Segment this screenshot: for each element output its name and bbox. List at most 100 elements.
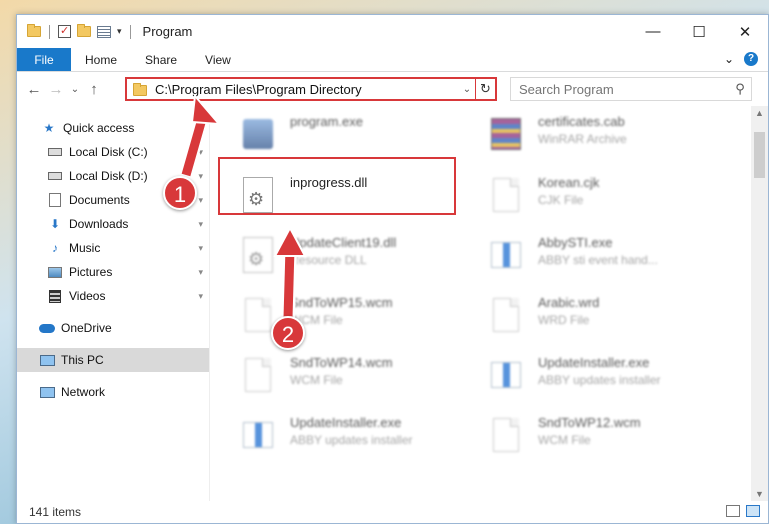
sidebar-item-label: Downloads <box>69 217 129 231</box>
sidebar-item-onedrive[interactable]: OneDrive <box>17 316 209 340</box>
file-name: certificates.cab <box>538 114 625 129</box>
properties-check-icon[interactable] <box>58 24 71 38</box>
disk-icon <box>47 169 63 183</box>
sidebar-item-label: Music <box>69 241 101 255</box>
maximize-button[interactable]: ☐ <box>676 15 722 48</box>
file-item-sndtowp14-wcm[interactable]: SndToWP14.wcm WCM File <box>238 353 478 409</box>
large-icons-view-icon[interactable] <box>746 505 760 517</box>
view-toggle <box>726 505 760 517</box>
file-name: program.exe <box>290 114 363 129</box>
folder-icon <box>27 24 41 37</box>
pin-icon[interactable]: ▾ <box>198 267 203 278</box>
help-icon[interactable]: ? <box>744 52 758 66</box>
file-type: WCM File <box>290 373 343 387</box>
file-highlight-box <box>218 157 456 215</box>
music-icon: ♪ <box>52 241 58 255</box>
sidebar-item-quick-access[interactable]: ★ Quick access <box>17 116 209 140</box>
navigation-pane: ★ Quick access Local Disk (C:) ▾ Local D… <box>17 106 210 501</box>
details-view-icon[interactable] <box>726 505 740 517</box>
scroll-up-icon[interactable]: ▲ <box>751 108 768 118</box>
file-item-korean-cjk[interactable]: Korean.cjk CJK File <box>486 173 726 229</box>
address-bar[interactable]: C:\Program Files\Program Directory ⌄ ↻ <box>125 77 497 101</box>
pictures-icon <box>47 265 63 279</box>
sidebar-item-label: Network <box>61 385 106 399</box>
address-path[interactable]: C:\Program Files\Program Directory <box>155 82 459 97</box>
star-icon: ★ <box>43 121 55 135</box>
pin-icon[interactable]: ▾ <box>198 195 203 206</box>
tab-view[interactable]: View <box>191 48 245 71</box>
pin-icon[interactable]: ▾ <box>198 171 203 182</box>
tab-file[interactable]: File <box>17 48 71 71</box>
tab-home[interactable]: Home <box>71 48 131 71</box>
file-name: UpdateInstaller.exe <box>290 415 402 430</box>
file-item-certificates-cab[interactable]: certificates.cab WinRAR Archive <box>486 112 726 168</box>
file-name: AbbySTI.exe <box>538 235 613 250</box>
file-name: SndToWP15.wcm <box>290 295 393 310</box>
sidebar-item-downloads[interactable]: ⬇ Downloads ▾ <box>17 212 209 236</box>
file-item-arabic-wrd[interactable]: Arabic.wrd WRD File <box>486 293 726 349</box>
address-folder-icon <box>133 82 147 96</box>
close-button[interactable]: ✕ <box>722 15 768 48</box>
properties-icon[interactable] <box>97 25 111 38</box>
sidebar-item-label: Local Disk (C:) <box>69 145 148 159</box>
sidebar-item-label: OneDrive <box>61 321 112 335</box>
expand-ribbon-icon[interactable]: ⌄ <box>724 52 734 66</box>
pin-icon[interactable]: ▾ <box>198 243 203 254</box>
sidebar-item-label: Videos <box>69 289 106 303</box>
file-type: WCM File <box>290 313 343 327</box>
rar-icon <box>486 114 526 154</box>
step-2-badge: 2 <box>271 316 305 350</box>
sidebar-item-this-pc[interactable]: This PC <box>17 348 209 372</box>
exe-icon <box>238 114 278 154</box>
app-icon <box>486 355 526 395</box>
app-icon <box>238 415 278 455</box>
file-item-sndtowp12-wcm[interactable]: SndToWP12.wcm WCM File <box>486 413 726 469</box>
back-arrow-icon[interactable]: ← <box>23 81 45 98</box>
file-item-updateinstaller-exe[interactable]: UpdateInstaller.exe ABBY updates install… <box>486 353 726 409</box>
search-box[interactable]: ⚲ <box>510 77 752 101</box>
pin-icon[interactable]: ▾ <box>198 291 203 302</box>
file-type: WRD File <box>538 313 590 327</box>
documents-icon <box>47 193 63 207</box>
file-name: UpdateClient19.dll <box>290 235 397 250</box>
navigation-bar: ← → ⌄ ↑ C:\Program Files\Program Directo… <box>17 72 768 106</box>
file-name: UpdateInstaller.exe <box>538 355 650 370</box>
sidebar-item-label: Local Disk (D:) <box>69 169 148 183</box>
sidebar-item-network[interactable]: Network <box>17 380 209 404</box>
file-item-abbysti-exe[interactable]: AbbySTI.exe ABBY sti event hand... <box>486 233 726 289</box>
onedrive-icon <box>39 321 55 335</box>
address-dropdown-icon[interactable]: ⌄ <box>459 84 475 95</box>
forward-arrow-icon[interactable]: → <box>45 81 67 98</box>
search-input[interactable] <box>511 81 729 97</box>
pin-icon[interactable]: ▾ <box>198 219 203 230</box>
vertical-scrollbar[interactable]: ▲ ▼ <box>751 106 768 501</box>
sidebar-item-pictures[interactable]: Pictures ▾ <box>17 260 209 284</box>
minimize-button[interactable]: — <box>630 15 676 48</box>
file-item-updateclient19-dll[interactable]: ⚙ UpdateClient19.dll Resource DLL <box>238 233 478 289</box>
customize-toolbar-dropdown-icon[interactable]: ▾ <box>117 26 122 37</box>
sidebar-item-videos[interactable]: Videos ▾ <box>17 284 209 308</box>
search-icon[interactable]: ⚲ <box>729 81 751 97</box>
scroll-down-icon[interactable]: ▼ <box>751 489 768 499</box>
pin-icon[interactable]: ▾ <box>198 147 203 158</box>
file-explorer-window: ▾ Program — ☐ ✕ File Home Share View ⌄ ?… <box>16 14 769 524</box>
sidebar-item-music[interactable]: ♪ Music ▾ <box>17 236 209 260</box>
refresh-icon[interactable]: ↻ <box>475 79 495 99</box>
recent-locations-icon[interactable]: ⌄ <box>67 84 83 95</box>
file-name: SndToWP12.wcm <box>538 415 641 430</box>
scrollbar-thumb[interactable] <box>754 132 765 178</box>
toolbar-separator <box>49 24 50 39</box>
sidebar-item-label: This PC <box>61 353 104 367</box>
sidebar-item-label: Documents <box>69 193 130 207</box>
quick-access-toolbar: ▾ <box>17 24 133 39</box>
sidebar-item-local-disk-c[interactable]: Local Disk (C:) ▾ <box>17 140 209 164</box>
file-icon <box>486 295 526 335</box>
up-arrow-icon[interactable]: ↑ <box>83 81 105 98</box>
step-1-badge: 1 <box>163 176 197 210</box>
new-folder-icon[interactable] <box>77 24 91 37</box>
tab-share[interactable]: Share <box>131 48 191 71</box>
sidebar-item-label: Pictures <box>69 265 113 279</box>
file-icon <box>486 415 526 455</box>
file-item-updateinstaller-exe[interactable]: UpdateInstaller.exe ABBY updates install… <box>238 413 478 469</box>
file-name: SndToWP14.wcm <box>290 355 393 370</box>
